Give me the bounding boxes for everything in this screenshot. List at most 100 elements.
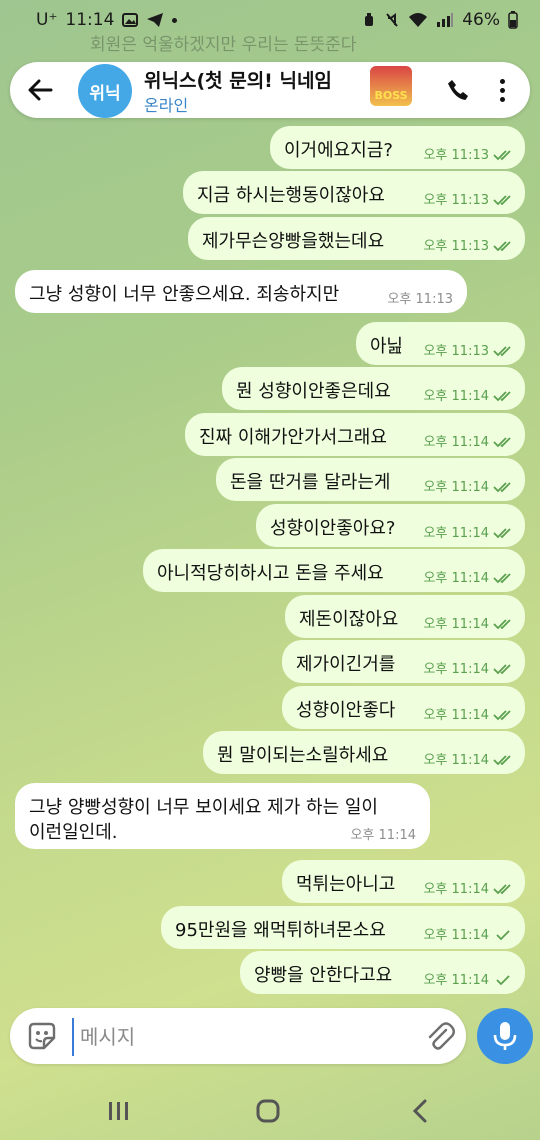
- nav-back-icon: [412, 1099, 427, 1123]
- signal-icon: [437, 13, 454, 27]
- message-time: 오후 11:13: [423, 239, 489, 254]
- carrier-label: U⁺: [36, 10, 58, 30]
- nav-home-button[interactable]: [248, 1094, 288, 1128]
- alarm-icon: [365, 13, 374, 26]
- call-button[interactable]: [442, 74, 474, 106]
- attach-button[interactable]: [424, 1020, 456, 1052]
- message-text: 그냥 양빵성향이 너무 보이세요 제가 하는 일이: [29, 797, 378, 818]
- message-text: 제돈이잖아요: [299, 609, 399, 630]
- chat-title[interactable]: 위닉스(첫 문의! 닉네임: [144, 66, 332, 93]
- back-button[interactable]: [22, 72, 58, 108]
- emoji-button[interactable]: [26, 1020, 58, 1052]
- message-text: 성향이안좋아요?: [270, 518, 396, 539]
- phone-icon: [448, 80, 468, 100]
- message-time: 오후 11:14: [423, 480, 489, 495]
- message-text: 성향이안좋다: [296, 700, 396, 721]
- outgoing-message[interactable]: 95만원을 왜먹튀하녀몬소요 오후 11:14: [161, 906, 525, 949]
- message-text: 95만원을 왜먹튀하녀몬소요: [175, 920, 386, 941]
- nav-recents-button[interactable]: [98, 1094, 138, 1128]
- message-time: 오후 11:14: [423, 973, 489, 988]
- message-text: 뭔 말이되는소릴하세요: [217, 745, 389, 766]
- message-time: 오후 11:14: [423, 435, 489, 450]
- message-text: 지금 하시는행동이잖아요: [197, 185, 385, 206]
- message-time: 오후 11:14: [423, 526, 489, 541]
- message-text: 아닖: [370, 336, 404, 357]
- double-check-icon: [493, 482, 511, 493]
- outgoing-message[interactable]: 성향이안좋다 오후 11:14: [282, 686, 525, 729]
- outgoing-message[interactable]: 양빵을 안한다고요 오후 11:14: [240, 951, 525, 994]
- microphone-icon: [493, 1022, 517, 1050]
- message-time: 오후 11:13: [387, 292, 453, 307]
- chat-header: 위닉 위닉스(첫 문의! 닉네임 온라인 BOSS: [10, 62, 530, 118]
- double-check-icon: [493, 573, 511, 584]
- wifi-icon: [409, 13, 428, 27]
- outgoing-message[interactable]: 뭔 말이되는소릴하세요 오후 11:14: [203, 731, 525, 774]
- message-time: 오후 11:13: [423, 193, 489, 208]
- message-text: 제가이긴거를: [296, 654, 396, 675]
- double-check-icon: [493, 346, 511, 357]
- system-nav-bar: [0, 1080, 540, 1140]
- attach-icon: [428, 1022, 455, 1050]
- composer: [10, 1008, 466, 1064]
- outgoing-message[interactable]: 돈을 딴거를 달라는게 오후 11:14: [216, 458, 525, 501]
- message-text: 그냥 성향이 너무 안좋으세요. 죄송하지만: [29, 284, 340, 305]
- message-time: 오후 11:14: [423, 753, 489, 768]
- single-check-icon: [496, 975, 510, 986]
- more-menu-button[interactable]: [492, 74, 512, 106]
- double-check-icon: [493, 150, 511, 161]
- outgoing-message[interactable]: 아닖 오후 11:13: [356, 322, 525, 365]
- message-time: 오후 11:13: [423, 344, 489, 359]
- double-check-icon: [493, 391, 511, 402]
- back-arrow-icon: [28, 79, 53, 101]
- message-text: 뭔 성향이안좋은데요: [236, 381, 391, 402]
- nav-home-icon: [256, 1099, 280, 1123]
- telegram-notification-icon: [147, 13, 164, 27]
- double-check-icon: [493, 664, 511, 675]
- message-time: 오후 11:14: [423, 617, 489, 632]
- message-time: 오후 11:13: [423, 148, 489, 163]
- message-text: 이런일인데.: [29, 822, 118, 843]
- message-text: 먹튀는아니고: [296, 874, 396, 895]
- battery-label: 46%: [462, 10, 500, 30]
- outgoing-message[interactable]: 제가무슨양빵을했는데요 오후 11:13: [188, 217, 525, 260]
- mute-icon: [386, 13, 398, 27]
- outgoing-message[interactable]: 진짜 이해가안가서그래요 오후 11:14: [185, 413, 525, 456]
- message-input[interactable]: [72, 1018, 412, 1056]
- boss-badge: BOSS: [370, 66, 412, 106]
- more-vertical-icon: [499, 78, 505, 84]
- status-time: 11:14: [65, 10, 115, 30]
- message-time: 오후 11:14: [423, 662, 489, 677]
- nav-back-button[interactable]: [400, 1094, 440, 1128]
- outgoing-message[interactable]: 지금 하시는행동이잖아요 오후 11:13: [183, 171, 525, 214]
- nav-recents-icon: [109, 1102, 128, 1120]
- emoji-icon: [28, 1022, 56, 1050]
- message-text: 이거에요지금?: [284, 140, 393, 161]
- message-time: 오후 11:14: [423, 389, 489, 404]
- outgoing-message[interactable]: 성향이안좋아요? 오후 11:14: [256, 504, 525, 547]
- online-status: 온라인: [144, 96, 189, 115]
- battery-icon: [508, 11, 518, 29]
- message-time: 오후 11:14: [423, 708, 489, 723]
- message-time: 오후 11:14: [423, 928, 489, 943]
- gallery-notification-icon: [122, 13, 139, 27]
- double-check-icon: [493, 241, 511, 252]
- more-notifications-dot: [172, 17, 178, 23]
- outgoing-message[interactable]: 아니적당히하시고 돈을 주세요 오후 11:14: [143, 549, 525, 592]
- avatar[interactable]: 위닉: [78, 64, 132, 118]
- double-check-icon: [493, 884, 511, 895]
- incoming-message[interactable]: 그냥 양빵성향이 너무 보이세요 제가 하는 일이 이런일인데. 오후 11:14: [15, 783, 430, 849]
- incoming-message[interactable]: 그냥 성향이 너무 안좋으세요. 죄송하지만 오후 11:13: [15, 270, 467, 313]
- outgoing-message[interactable]: 먹튀는아니고 오후 11:14: [282, 860, 525, 903]
- double-check-icon: [493, 619, 511, 630]
- message-text: 진짜 이해가안가서그래요: [199, 427, 387, 448]
- outgoing-message[interactable]: 제돈이잖아요 오후 11:14: [285, 595, 525, 638]
- voice-record-button[interactable]: [477, 1008, 533, 1064]
- double-check-icon: [493, 437, 511, 448]
- outgoing-message[interactable]: 제가이긴거를 오후 11:14: [282, 640, 525, 683]
- double-check-icon: [493, 710, 511, 721]
- message-time: 오후 11:14: [423, 882, 489, 897]
- outgoing-message[interactable]: 이거에요지금? 오후 11:13: [270, 126, 525, 169]
- message-text: 양빵을 안한다고요: [254, 965, 393, 986]
- message-text: 제가무슨양빵을했는데요: [202, 231, 385, 252]
- outgoing-message[interactable]: 뭔 성향이안좋은데요 오후 11:14: [222, 367, 525, 410]
